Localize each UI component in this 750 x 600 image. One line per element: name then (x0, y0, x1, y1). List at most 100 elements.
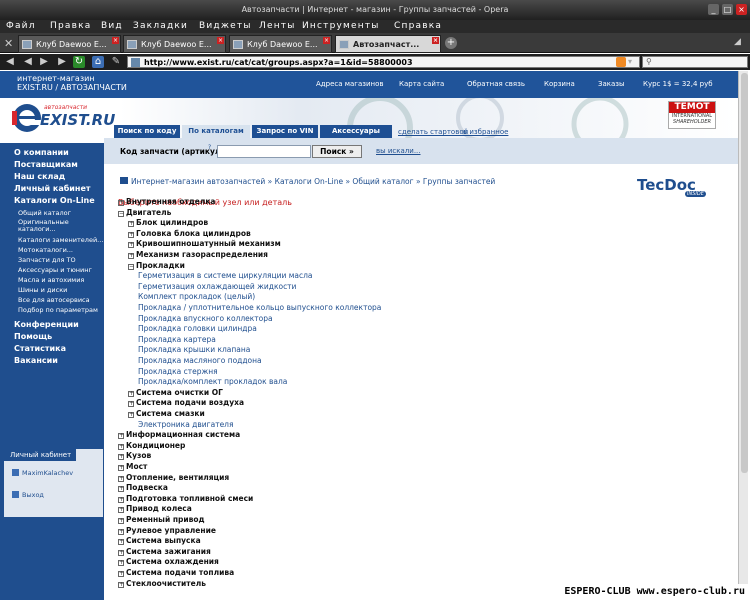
menu-widgets[interactable]: Виджеты (199, 21, 252, 31)
tree-node-label[interactable]: Прокладка крышки клапана (138, 345, 250, 354)
expand-icon[interactable]: + (128, 242, 134, 249)
tree-node[interactable]: + Кривошипношатунный механизм (128, 239, 281, 249)
close-window-button[interactable]: × (736, 4, 747, 15)
expand-icon[interactable]: + (118, 507, 124, 514)
tree-node[interactable]: + Кузов (118, 451, 151, 461)
dropdown-arrow-icon[interactable]: ▾ (628, 57, 632, 66)
tree-node-label[interactable]: Прокладка картера (138, 335, 216, 344)
close-tab-icon[interactable]: × (323, 37, 330, 44)
minimize-button[interactable]: _ (708, 4, 719, 15)
search-input[interactable]: ⚲ (642, 56, 748, 68)
tree-node-label[interactable]: Комплект прокладок (целый) (138, 292, 255, 301)
expand-icon[interactable]: + (118, 581, 124, 588)
tab-by-catalog[interactable]: По каталогам (182, 125, 250, 138)
tree-node-label[interactable]: Герметизация охлаждающей жидкости (138, 282, 296, 291)
tree-node[interactable]: + Блок цилиндров (128, 218, 208, 228)
expand-icon[interactable]: + (118, 486, 124, 493)
expand-icon[interactable]: + (118, 433, 124, 440)
tree-node[interactable]: + Отопление, вентиляция (118, 473, 229, 482)
tree-node-label[interactable]: Подготовка топливной смеси (126, 494, 253, 503)
sidebar-sub-params[interactable]: Подбор по параметрам (18, 307, 98, 314)
sidebar-item-warehouse[interactable]: Наш склад (14, 172, 65, 181)
tree-node[interactable]: + Стеклоочиститель (118, 579, 206, 588)
fast-forward-icon[interactable]: ▶ (56, 56, 68, 68)
tools-icon[interactable]: ✕ (4, 37, 13, 50)
tree-node[interactable]: Прокладка головки цилиндра (138, 324, 257, 333)
edit-icon[interactable]: ✎ (110, 56, 122, 68)
expand-icon[interactable]: + (118, 454, 124, 461)
menu-feeds[interactable]: Ленты (259, 21, 296, 31)
expand-icon[interactable]: + (118, 443, 124, 450)
tree-node[interactable]: + Ременный привод (118, 515, 205, 524)
sidebar-item-statistics[interactable]: Статистика (14, 344, 66, 353)
browser-tab-3[interactable]: Клуб Daewoo E... × (229, 35, 332, 53)
sidebar-sub-accessories[interactable]: Аксессуары и тюнинг (18, 267, 92, 274)
collapse-icon[interactable]: − (118, 210, 124, 217)
tree-node[interactable]: + Головка блока цилиндров (128, 229, 251, 238)
scrollbar-thumb[interactable] (741, 73, 748, 473)
menu-bookmarks[interactable]: Закладки (133, 21, 188, 31)
tree-node[interactable]: + Подготовка топливной смеси (118, 494, 253, 503)
browser-tab-1[interactable]: Клуб Daewoo E... × (18, 35, 121, 53)
tree-node-label[interactable]: Система выпуска (126, 536, 201, 545)
tree-node[interactable]: − Прокладки (128, 261, 185, 270)
tree-node-label[interactable]: Прокладка / уплотнительное кольцо выпуск… (138, 303, 381, 312)
sidebar-item-about[interactable]: О компании (14, 148, 69, 157)
menu-help[interactable]: Справка (394, 21, 442, 31)
cabinet-username[interactable]: MaximKalachev (22, 469, 73, 477)
code-search-input[interactable] (217, 145, 311, 158)
expand-icon[interactable]: + (128, 253, 134, 259)
tree-node[interactable]: + Механизм газораспределения (128, 250, 268, 259)
sidebar-item-catalogs[interactable]: Каталоги On-Line (14, 196, 95, 205)
tree-node-label[interactable]: Система подачи воздуха (136, 398, 244, 407)
tree-node[interactable]: + Система подачи топлива (118, 568, 234, 577)
close-tab-icon[interactable]: × (432, 37, 439, 44)
close-tab-icon[interactable]: × (112, 37, 119, 44)
tree-node-label[interactable]: Стеклоочиститель (126, 579, 206, 588)
sidebar-item-help[interactable]: Помощь (14, 332, 52, 341)
exist-logo[interactable]: автозапчасти EXIST.RU (12, 101, 115, 135)
expand-icon[interactable]: + (118, 539, 124, 546)
tree-node-label[interactable]: Прокладка головки цилиндра (138, 324, 257, 333)
tree-node-label[interactable]: Мост (126, 462, 147, 471)
link-feedback[interactable]: Обратная связь (467, 80, 525, 88)
tree-node[interactable]: + Подвеска (118, 483, 168, 493)
tree-node[interactable]: Комплект прокладок (целый) (138, 292, 255, 301)
tree-node-label[interactable]: Кондиционер (126, 441, 185, 450)
tab-vin-request[interactable]: Запрос по VIN (252, 125, 318, 138)
tree-node[interactable]: + Привод колеса (118, 504, 192, 514)
close-tab-icon[interactable]: × (217, 37, 224, 44)
link-store-addresses[interactable]: Адреса магазинов (316, 80, 384, 88)
tree-node[interactable]: Герметизация охлаждающей жидкости (138, 282, 296, 291)
menu-view[interactable]: Вид (101, 21, 123, 31)
tree-node-label[interactable]: Система смазки (136, 409, 205, 418)
maximize-button[interactable]: □ (722, 4, 733, 15)
sidebar-sub-general[interactable]: Общий каталог (18, 210, 71, 217)
menu-tools[interactable]: Инструменты (302, 21, 380, 31)
tree-node[interactable]: + Кондиционер (118, 441, 185, 450)
expand-icon[interactable]: + (118, 571, 124, 577)
tree-node-label[interactable]: Информационная система (126, 430, 240, 439)
tree-node[interactable]: + Система зажигания (118, 547, 211, 556)
expand-icon[interactable]: + (118, 518, 124, 524)
expand-icon[interactable]: + (118, 496, 124, 503)
tree-node-label[interactable]: Прокладка стержня (138, 367, 218, 376)
sidebar-sub-substitutes[interactable]: Каталоги заменителей... (18, 237, 103, 244)
expand-icon[interactable]: + (128, 401, 134, 408)
tab-menu-icon[interactable]: ◢ (734, 37, 741, 47)
tree-node[interactable]: Электроника двигателя (138, 420, 234, 429)
tree-node[interactable]: Прокладка / уплотнительное кольцо выпуск… (138, 303, 381, 312)
expand-icon[interactable]: + (118, 549, 124, 556)
tree-node[interactable]: Герметизация в системе циркуляции масла (138, 271, 313, 280)
tree-node[interactable]: + Система охлаждения (118, 557, 219, 567)
tree-node[interactable]: + Система смазки (128, 409, 205, 418)
home-icon[interactable]: ⌂ (92, 56, 104, 68)
help-icon[interactable]: ? (208, 144, 211, 151)
tree-node[interactable]: + Рулевое управление (118, 526, 216, 535)
forward-icon[interactable]: ▶ (38, 56, 50, 68)
link-sitemap[interactable]: Карта сайта (399, 80, 444, 88)
tree-node-label[interactable]: Прокладка впускного коллектора (138, 314, 273, 323)
sidebar-sub-moto[interactable]: Мотокаталоги... (18, 247, 73, 254)
tree-node[interactable]: + Система подачи воздуха (128, 398, 244, 408)
sidebar-item-vacancies[interactable]: Вакансии (14, 356, 58, 365)
